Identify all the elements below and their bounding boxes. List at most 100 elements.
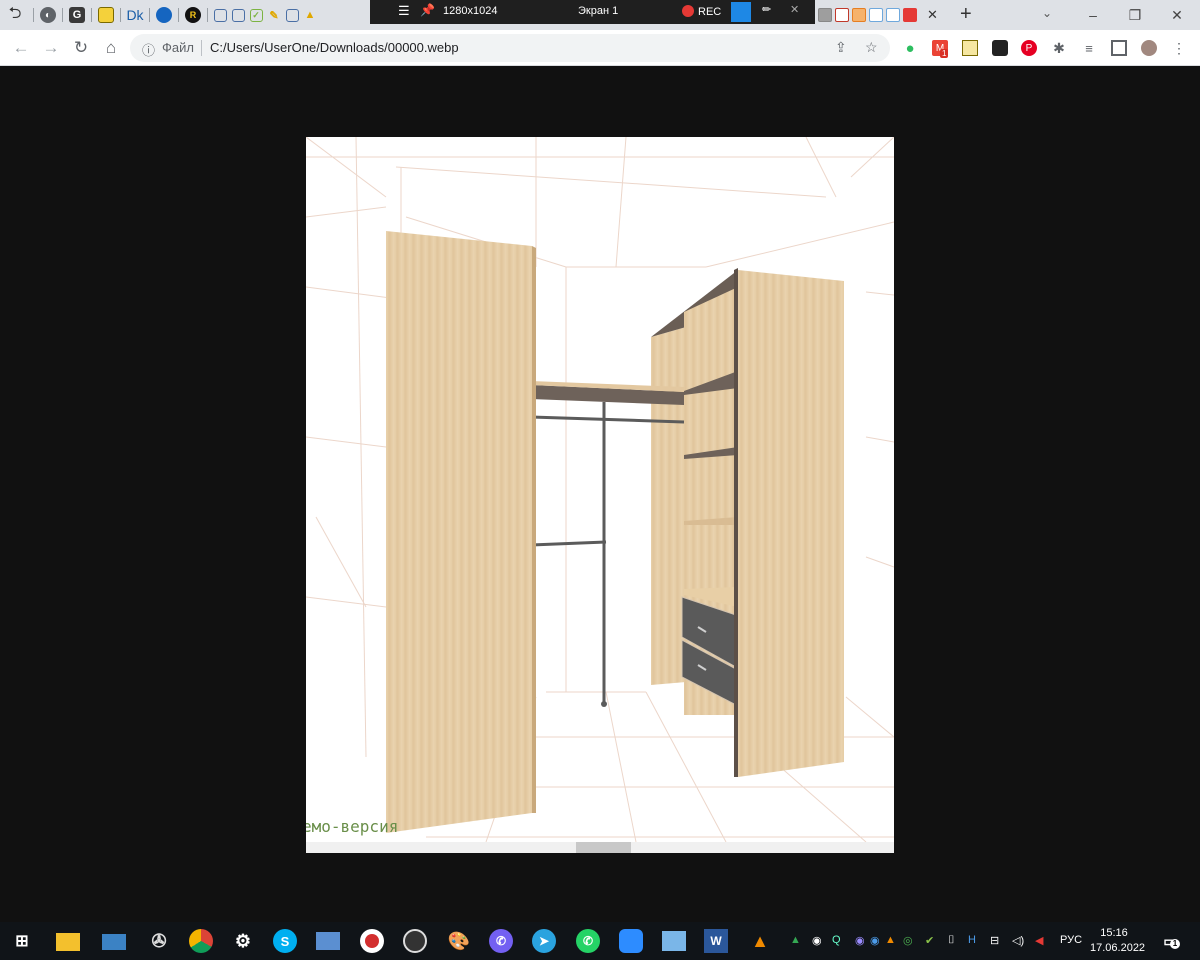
globe-icon: ◐ (40, 7, 56, 23)
record-app-icon[interactable] (360, 929, 384, 953)
zoom-icon[interactable] (619, 929, 643, 953)
profile-avatar[interactable] (1141, 40, 1157, 56)
right-panel-edge (734, 268, 738, 777)
recorder-screen[interactable]: Экран 1 (578, 5, 618, 17)
settings-gear-icon[interactable]: ⚙ (231, 929, 255, 953)
g-favicon: G (69, 7, 85, 23)
doc-icon (231, 8, 245, 22)
tray-app-icon[interactable]: ◉ (812, 934, 822, 947)
tray-viber-icon[interactable]: ◉ (855, 934, 865, 947)
r-tab[interactable]: R (182, 0, 204, 30)
pinned-tab-2[interactable] (229, 0, 247, 30)
control-panel-icon[interactable] (102, 934, 126, 950)
rec-button[interactable]: REC (682, 5, 721, 18)
film-reel-icon[interactable]: ✇ (147, 929, 171, 953)
monitor-app-icon[interactable] (316, 932, 340, 950)
pinterest-icon[interactable]: P (1021, 40, 1037, 56)
reading-list-icon[interactable]: ≡ (1081, 40, 1097, 56)
viber-icon[interactable]: ✆ (489, 929, 513, 953)
telegram-icon[interactable]: ➤ (532, 929, 556, 953)
divider (207, 8, 208, 22)
clock[interactable]: 15:16 17.06.2022 (1090, 926, 1145, 956)
youtube-icon[interactable] (903, 8, 917, 22)
grammarly-tab[interactable]: G (66, 0, 88, 30)
tray-check-icon[interactable]: ✔ (925, 934, 934, 947)
back-cabinet-side (651, 327, 686, 685)
yellow-tab[interactable] (95, 0, 117, 30)
record-icon (682, 5, 694, 17)
language-indicator[interactable]: РУС (1060, 934, 1082, 946)
notes-extension-icon[interactable] (962, 40, 978, 56)
network-icon[interactable]: ⊟ (990, 934, 999, 947)
notepad-icon[interactable] (662, 931, 686, 951)
url-text[interactable]: C:/Users/UserOne/Downloads/00000.webp (210, 40, 459, 55)
google-drive-icon[interactable]: ▲ (790, 934, 801, 946)
pinned-tab-3[interactable]: ✓ (247, 0, 265, 30)
tab-favicon-c[interactable] (852, 8, 866, 22)
start-button[interactable]: ⊞ (10, 929, 34, 953)
forward-button[interactable]: → (40, 37, 62, 59)
pinned-tab-4[interactable]: ✎ (265, 0, 283, 30)
pinned-tab-1[interactable] (211, 0, 229, 30)
browser-menu-icon[interactable]: ⋮ (1171, 40, 1187, 56)
minimize-button[interactable]: – (1070, 0, 1116, 30)
reload-button[interactable]: ↻ (70, 37, 92, 59)
new-tab-button[interactable]: + (960, 3, 972, 26)
r-favicon: R (185, 7, 201, 23)
tray-h-icon[interactable]: H (968, 934, 976, 946)
globe-tab[interactable]: ◐ (37, 0, 59, 30)
scheme-label: Файл (162, 40, 194, 55)
back-button[interactable]: ← (10, 37, 32, 59)
address-bar[interactable]: ⓘ Файл C:/Users/UserOne/Downloads/00000.… (130, 34, 890, 62)
tray-search-icon[interactable]: Q (832, 934, 841, 946)
gmail-icon[interactable]: M 1 (932, 40, 949, 58)
extensions-puzzle-icon[interactable]: ✱ (1051, 40, 1067, 56)
tray-vlc-icon[interactable]: ▲ (885, 934, 896, 946)
menu-icon[interactable]: ☰ (398, 3, 410, 19)
tab-favicon-a[interactable] (818, 8, 832, 22)
back-history-icon[interactable]: ⮌ (0, 0, 30, 30)
divider (201, 40, 202, 56)
tab-close-icon[interactable]: ✕ (927, 7, 938, 23)
recorder-camera-button[interactable] (731, 2, 751, 22)
paint-app-icon[interactable]: 🎨 (447, 929, 471, 953)
usb-icon[interactable]: ⌷ (948, 934, 955, 947)
browser-toolbar: ← → ↻ ⌂ ⓘ Файл C:/Users/UserOne/Download… (0, 30, 1200, 66)
obs-icon[interactable] (403, 929, 427, 953)
tab-favicon-e[interactable] (886, 8, 900, 22)
pin-icon[interactable]: 📌 (420, 3, 435, 17)
whatsapp-icon[interactable]: ✆ (576, 929, 600, 953)
notifications-icon[interactable]: ▭ 1 (1158, 929, 1182, 953)
pinned-tab-6[interactable]: ▲ (301, 0, 319, 30)
recorder-close-icon[interactable]: ✕ (790, 3, 799, 16)
volume-icon[interactable]: ◁) (1012, 934, 1024, 947)
tab-favicon-d[interactable] (869, 8, 883, 22)
evernote-icon[interactable]: ● (902, 40, 918, 57)
vlc-icon[interactable]: ▲ (748, 929, 772, 953)
skype-icon[interactable]: S (273, 929, 297, 953)
tray-bluetooth-icon[interactable]: ◉ (870, 934, 880, 947)
bookmark-star-icon[interactable]: ☆ (865, 39, 878, 56)
share-icon[interactable]: ⇪ (835, 39, 847, 56)
tabs-extension-icon[interactable] (992, 40, 1008, 56)
restore-button[interactable]: ❐ (1112, 0, 1158, 30)
gmail-badge: 1 (940, 49, 949, 58)
blue-circle-icon (156, 7, 172, 23)
chrome-icon[interactable] (189, 929, 213, 953)
pinned-tab-5[interactable] (283, 0, 301, 30)
horizontal-scrollbar[interactable] (306, 842, 894, 853)
info-icon[interactable]: ⓘ (142, 40, 155, 59)
blue-dot-tab[interactable] (153, 0, 175, 30)
speaker-red-icon[interactable]: ◀ (1035, 934, 1043, 947)
tab-favicon-b[interactable] (835, 8, 849, 22)
word-icon[interactable]: W (704, 929, 728, 953)
tab-search-icon[interactable]: ⌄ (1042, 6, 1052, 20)
scroll-thumb[interactable] (576, 842, 631, 853)
close-window-button[interactable]: ✕ (1154, 0, 1200, 30)
tray-green-icon[interactable]: ◎ (903, 934, 913, 947)
dk-tab[interactable]: Dk (124, 0, 146, 30)
side-panel-icon[interactable] (1111, 40, 1127, 56)
file-explorer-icon[interactable] (56, 933, 80, 951)
home-button[interactable]: ⌂ (100, 37, 122, 59)
draw-icon[interactable]: ✏ (762, 3, 771, 16)
